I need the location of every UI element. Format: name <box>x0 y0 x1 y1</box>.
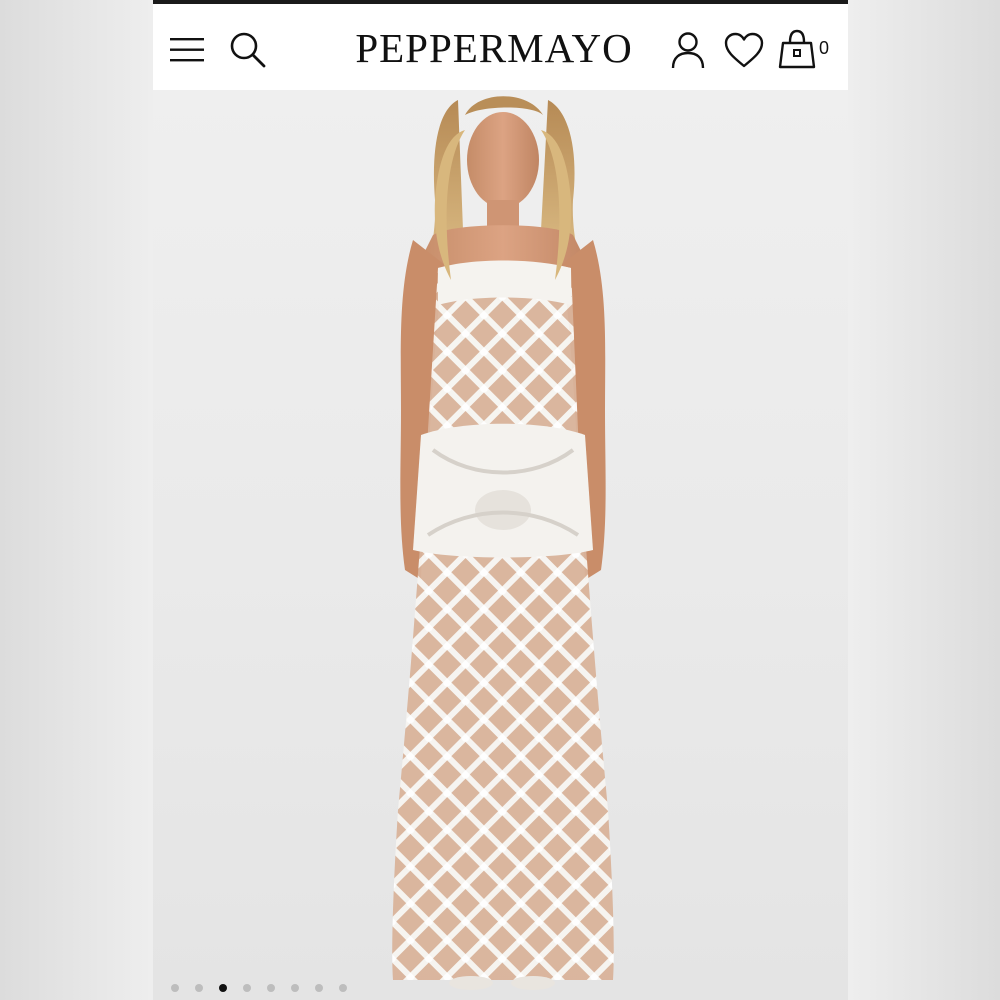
hamburger-menu-icon <box>170 38 204 62</box>
model-in-lace-dress-image <box>392 96 614 990</box>
background-right <box>848 0 1000 1000</box>
search-icon <box>230 32 266 68</box>
carousel-dot[interactable] <box>339 984 347 992</box>
carousel-dot[interactable] <box>243 984 251 992</box>
heart-icon <box>724 32 764 68</box>
wishlist-button[interactable] <box>719 27 769 73</box>
carousel-dot[interactable] <box>267 984 275 992</box>
site-header: PEPPERMAYO 0 <box>153 4 848 90</box>
carousel-dot[interactable] <box>219 984 227 992</box>
shopping-bag-icon <box>778 29 816 69</box>
account-button[interactable] <box>666 27 710 73</box>
carousel-dot[interactable] <box>195 984 203 992</box>
product-image[interactable] <box>153 90 848 1000</box>
search-button[interactable] <box>225 27 271 73</box>
brand-logo[interactable]: PEPPERMAYO <box>333 24 655 72</box>
account-icon <box>671 32 705 69</box>
bag-button[interactable] <box>775 25 819 73</box>
menu-button[interactable] <box>167 29 209 71</box>
carousel-dot[interactable] <box>291 984 299 992</box>
bag-count: 0 <box>819 38 830 58</box>
carousel-dot[interactable] <box>171 984 179 992</box>
carousel-pagination <box>171 982 347 994</box>
background-left <box>0 0 153 1000</box>
app-frame: PEPPERMAYO 0 <box>153 0 848 1000</box>
carousel-dot[interactable] <box>315 984 323 992</box>
